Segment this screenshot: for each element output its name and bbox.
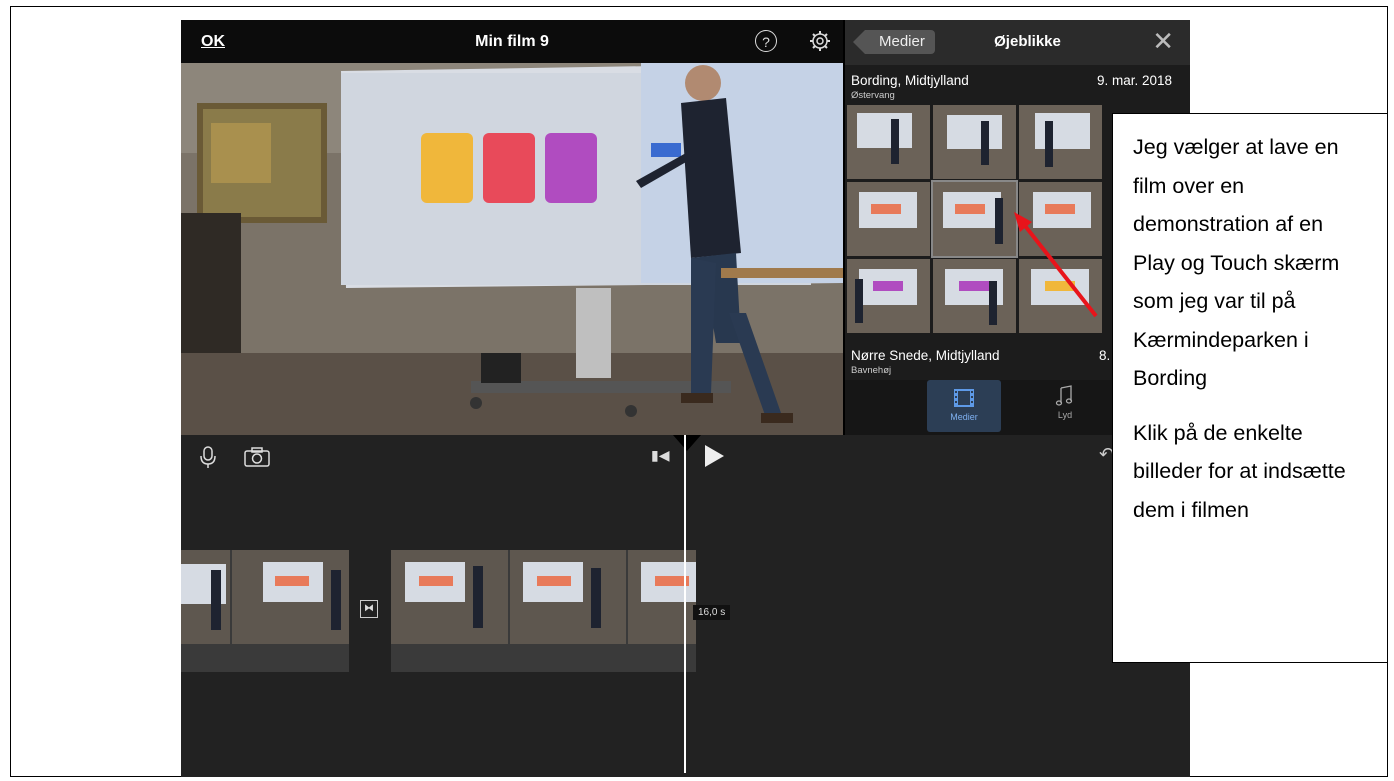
media-thumbnail[interactable] bbox=[933, 259, 1016, 333]
media-thumbnail[interactable] bbox=[931, 180, 1018, 258]
microphone-icon[interactable] bbox=[199, 445, 217, 469]
media-thumbnail[interactable] bbox=[847, 105, 930, 179]
transition-icon[interactable]: ⧓ bbox=[360, 600, 378, 618]
playhead-marker bbox=[673, 435, 701, 451]
tab-lyd-label: Lyd bbox=[1057, 410, 1073, 420]
clip-frames bbox=[391, 550, 696, 644]
tab-medier-label: Medier bbox=[950, 412, 978, 422]
project-title: Min film 9 bbox=[475, 33, 549, 50]
media-thumbnail[interactable] bbox=[1019, 105, 1102, 179]
timeline[interactable]: ▮◀ ↶ ⧓ 16,0 s bbox=[181, 435, 1190, 777]
gear-icon[interactable] bbox=[809, 30, 831, 52]
play-icon[interactable] bbox=[705, 445, 724, 467]
tab-lyd[interactable]: Lyd bbox=[1040, 384, 1090, 420]
callout-paragraph: Jeg vælger at lave en film over en demon… bbox=[1133, 135, 1340, 390]
playhead-line[interactable] bbox=[684, 435, 686, 773]
annotation-arrow bbox=[1014, 212, 1098, 318]
film-icon bbox=[954, 389, 974, 407]
media-thumbnail[interactable] bbox=[847, 182, 930, 256]
moment-subplace: Østervang bbox=[851, 90, 895, 101]
moment-date: 9. mar. 2018 bbox=[1097, 73, 1173, 88]
moment-place: Nørre Snede, Midtjylland bbox=[851, 348, 1000, 363]
moment-date: 8. bbox=[1099, 348, 1111, 363]
clip-duration-badge: 16,0 s bbox=[693, 605, 731, 620]
imovie-editor: OK Min film 9 ? Medier Øjeblikke ✕ Bordi… bbox=[181, 20, 1190, 777]
moment-subplace: Bavnehøj bbox=[851, 365, 892, 376]
preview-photo bbox=[181, 63, 843, 435]
camera-icon[interactable] bbox=[243, 446, 271, 468]
media-header: Medier Øjeblikke ✕ bbox=[845, 20, 1190, 65]
instruction-callout: Jeg vælger at lave en film over en demon… bbox=[1112, 113, 1388, 663]
close-icon[interactable]: ✕ bbox=[1152, 28, 1174, 54]
timeline-clip[interactable] bbox=[181, 550, 349, 672]
timeline-clip[interactable] bbox=[391, 550, 696, 672]
media-thumbnail[interactable] bbox=[933, 105, 1016, 179]
moment-place: Bording, Midtjylland bbox=[851, 73, 969, 88]
media-thumbnail[interactable] bbox=[847, 259, 930, 333]
top-bar: OK Min film 9 ? bbox=[181, 20, 843, 63]
music-note-icon bbox=[1055, 385, 1073, 406]
callout-paragraph: Klik på de enkelte billeder for at indsæ… bbox=[1133, 420, 1346, 522]
help-icon[interactable]: ? bbox=[755, 30, 777, 52]
tab-medier[interactable]: Medier bbox=[927, 380, 1001, 432]
skip-to-start-icon[interactable]: ▮◀ bbox=[651, 447, 669, 464]
video-preview[interactable] bbox=[181, 63, 843, 435]
clip-frames bbox=[181, 550, 349, 644]
media-panel-title: Øjeblikke bbox=[994, 33, 1061, 50]
